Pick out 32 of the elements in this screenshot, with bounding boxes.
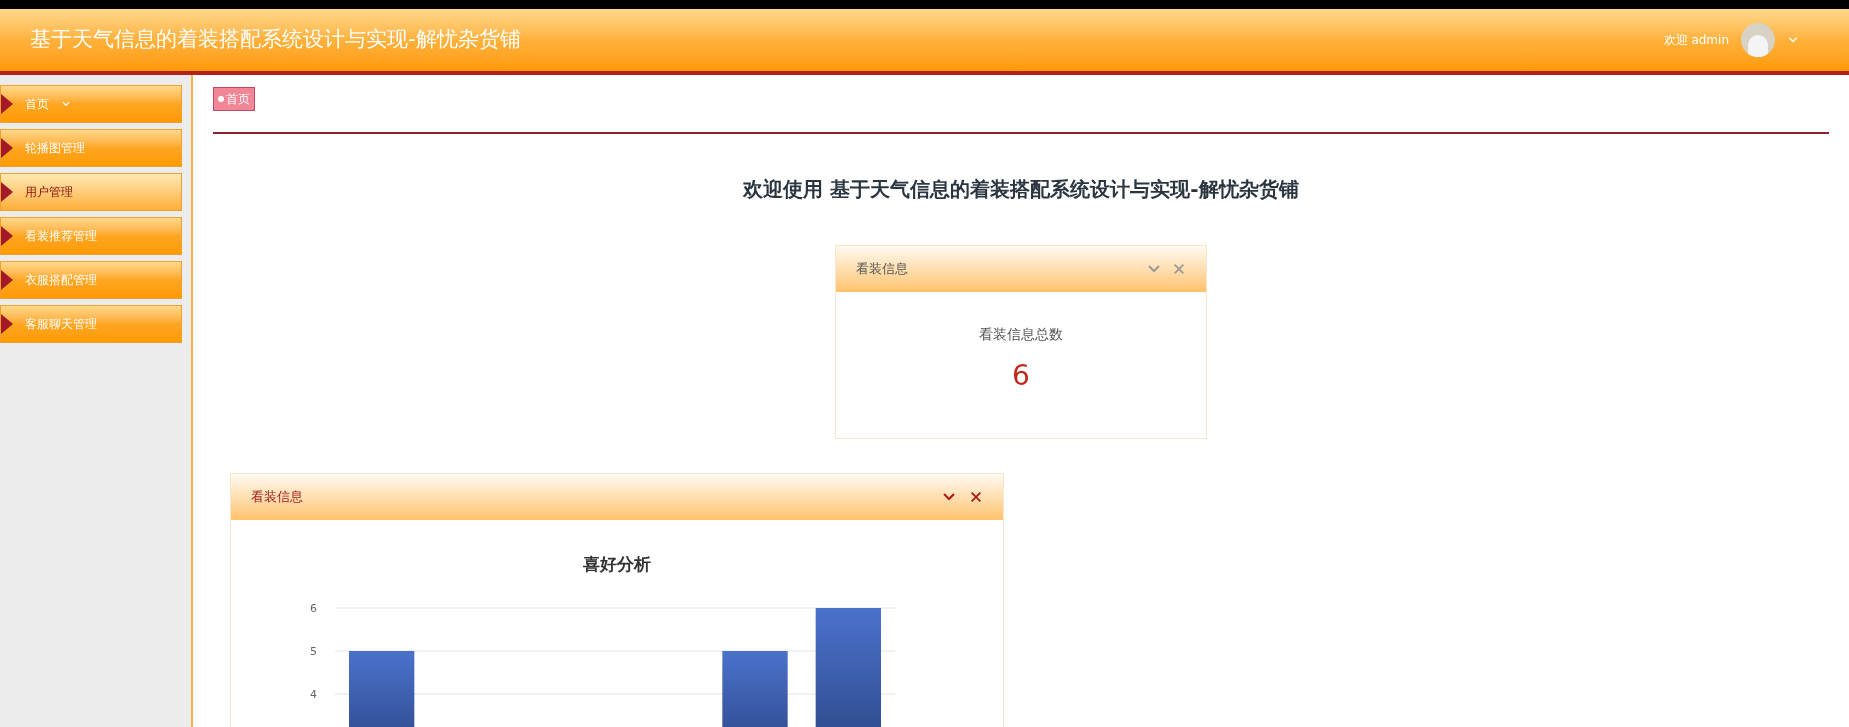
triangle-icon <box>1 182 13 202</box>
y-tick-label: 4 <box>310 688 317 701</box>
triangle-icon <box>1 94 13 114</box>
avatar[interactable] <box>1741 23 1775 57</box>
triangle-icon <box>1 226 13 246</box>
sidebar-label: 衣服搭配管理 <box>25 272 97 289</box>
welcome-user: 欢迎 admin <box>1663 32 1729 49</box>
sidebar-item[interactable]: 首页 <box>0 85 182 123</box>
sidebar-label: 用户管理 <box>25 184 73 201</box>
app-title: 基于天气信息的着装搭配系统设计与实现-解忧杂货铺 <box>30 26 521 54</box>
sidebar-item[interactable]: 衣服搭配管理 <box>0 261 182 299</box>
y-tick-label: 5 <box>310 645 317 658</box>
breadcrumb-tag[interactable]: 首页 <box>213 87 255 111</box>
triangle-icon <box>1 314 13 334</box>
triangle-icon <box>1 270 13 290</box>
chart-title: 喜好分析 <box>583 554 651 574</box>
sidebar-label: 轮播图管理 <box>25 140 85 157</box>
card-title: 看装信息 <box>251 488 303 507</box>
sidebar-item[interactable]: 客服聊天管理 <box>0 305 182 343</box>
y-tick-label: 6 <box>310 602 317 615</box>
welcome-heading: 欢迎使用 基于天气信息的着装搭配系统设计与实现-解忧杂货铺 <box>741 176 1300 203</box>
triangle-icon <box>1 138 13 158</box>
stat-label: 看装信息总数 <box>979 325 1063 344</box>
close-icon[interactable] <box>969 490 983 504</box>
card-title: 看装信息 <box>856 260 908 279</box>
sidebar-label: 首页 <box>25 96 49 113</box>
sidebar-item[interactable]: 轮播图管理 <box>0 129 182 167</box>
stat-value: 6 <box>1012 358 1030 394</box>
sidebar-label: 看装推荐管理 <box>25 228 97 245</box>
sidebar-item[interactable]: 用户管理 <box>0 173 182 211</box>
sidebar-label: 客服聊天管理 <box>25 316 97 333</box>
sidebar-item[interactable]: 看装推荐管理 <box>0 217 182 255</box>
